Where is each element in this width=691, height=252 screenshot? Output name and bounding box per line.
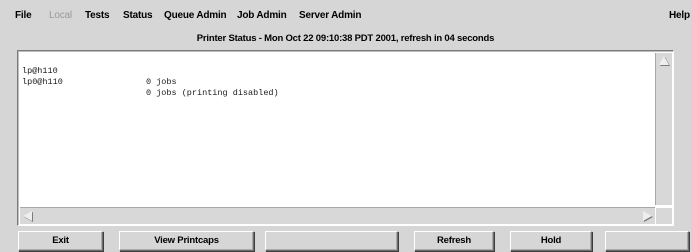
menu-tests[interactable]: Tests [85,10,110,21]
printer-name: lp0@h110 [22,77,63,87]
hold-button[interactable]: Hold [510,231,592,251]
view-printcaps-button[interactable]: View Printcaps [119,231,254,251]
printer-jobs: 0 jobs [146,77,177,87]
menu-status[interactable]: Status [123,10,153,21]
horizontal-scrollbar[interactable] [20,207,655,224]
menu-local[interactable]: Local [49,10,72,21]
printer-row: lp0@h110 0 jobs (printing disabled) [22,66,653,98]
scroll-up-arrow-icon[interactable] [659,56,669,65]
printer-status-list: lp@h110 0 jobs lp0@h110 0 jobs (printing… [22,55,653,203]
printer-jobs: 0 jobs (printing disabled) [146,88,279,98]
exit-button[interactable]: Exit [18,231,103,251]
printer-status-textarea[interactable]: lp@h110 0 jobs lp0@h110 0 jobs (printing… [17,50,674,226]
vertical-scrollbar[interactable] [655,53,672,205]
scroll-left-arrow-icon[interactable] [23,211,32,221]
blank-button[interactable] [265,231,398,251]
menu-job-admin[interactable]: Job Admin [237,10,287,21]
printer-status-line: Printer Status - Mon Oct 22 09:10:38 PDT… [196,33,495,44]
scroll-down-arrow-icon[interactable] [656,208,672,224]
menu-file[interactable]: File [15,10,32,21]
printer-row: lp@h110 0 jobs [22,55,653,87]
menu-help[interactable]: Help [669,10,690,21]
scroll-right-arrow-icon[interactable] [643,211,652,221]
refresh-button[interactable]: Refresh [414,231,494,251]
menu-bar: File Local Tests Status Queue Admin Job … [0,0,691,32]
blank-button-2[interactable] [605,231,689,251]
menu-server-admin[interactable]: Server Admin [299,10,361,21]
menu-queue-admin[interactable]: Queue Admin [164,10,227,21]
